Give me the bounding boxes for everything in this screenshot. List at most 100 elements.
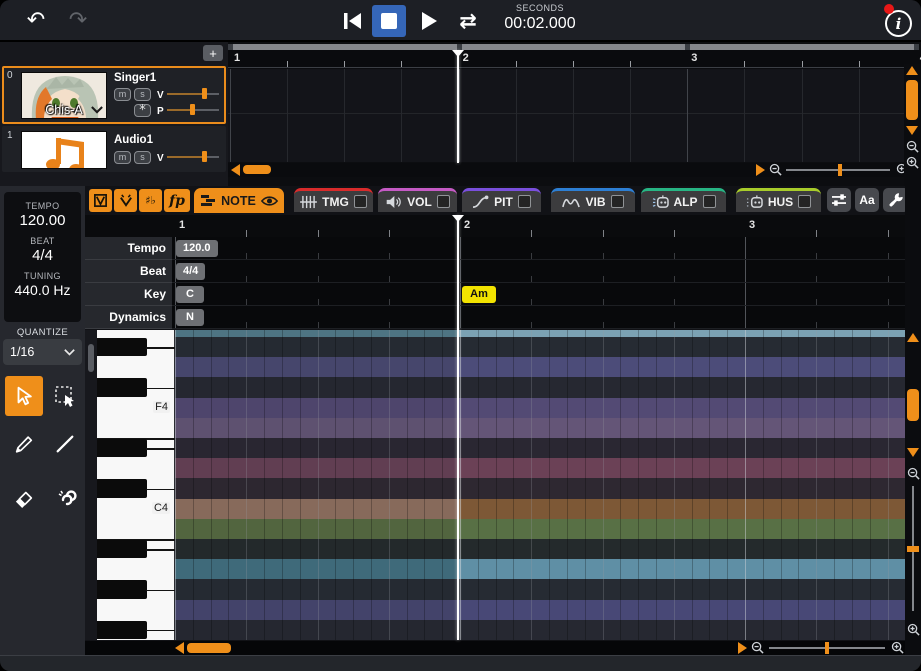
song-info-box[interactable]: TEMPO 120.00 BEAT 4/4 TUNING 440.0 Hz (4, 192, 81, 322)
tab-note[interactable]: NOTE (194, 188, 284, 213)
tab-vol[interactable]: VOL (378, 188, 457, 212)
track-name: Singer1 (114, 72, 156, 84)
zoom-in-icon[interactable] (907, 623, 920, 636)
black-key-G#4[interactable] (97, 338, 147, 356)
voice-chevron-down-icon[interactable] (91, 106, 103, 114)
font-size-button[interactable]: Aa (855, 188, 879, 212)
wrench-icon (888, 192, 904, 208)
tab-vib-checkbox[interactable] (611, 195, 624, 208)
tab-hus[interactable]: HUS (736, 188, 821, 212)
black-key-A#3[interactable] (97, 540, 147, 558)
editor-playhead[interactable] (457, 215, 459, 640)
scroll-right-arrow[interactable] (756, 164, 765, 176)
vscroll-thumb[interactable] (907, 389, 919, 421)
audio-thumbnail[interactable] (21, 131, 107, 169)
vscroll-thumb[interactable] (906, 80, 918, 120)
keyboard-scroll-thumb[interactable] (88, 344, 94, 372)
add-track-button[interactable]: + (203, 45, 223, 61)
hscroll-thumb[interactable] (243, 165, 271, 174)
marquee-select-tool-button[interactable] (46, 376, 84, 416)
info-button[interactable]: i (885, 10, 912, 37)
zoom-out-icon[interactable] (751, 641, 764, 654)
hscroll-thumb[interactable] (187, 643, 231, 653)
skip-to-start-button[interactable] (336, 6, 368, 36)
mixer-button[interactable] (827, 188, 851, 212)
timeline-playhead-marker[interactable] (452, 50, 464, 57)
note-attr-dynamics-button[interactable]: fp (164, 189, 190, 212)
beat-gridline (573, 69, 574, 162)
track-row-audio[interactable]: 1 Audio1 m s V (2, 126, 226, 172)
note-attr-attack-button[interactable] (89, 189, 112, 212)
black-key-F#4[interactable] (97, 378, 147, 396)
vertical-zoom-handle[interactable] (907, 546, 919, 552)
editor-zoom-slider[interactable] (769, 641, 885, 655)
scroll-up-arrow[interactable] (907, 333, 919, 342)
scroll-right-arrow[interactable] (738, 642, 747, 654)
volume-slider[interactable] (167, 87, 219, 100)
play-button[interactable] (412, 6, 444, 36)
zoom-in-icon[interactable] (906, 156, 919, 169)
timeline-playhead[interactable] (457, 50, 459, 163)
stop-button[interactable] (372, 5, 406, 37)
unlink-tool-button[interactable] (46, 478, 84, 518)
tab-tmg[interactable]: TMG (294, 188, 373, 212)
black-key-F#3[interactable] (97, 621, 147, 639)
note-grid[interactable] (175, 330, 905, 640)
volume-slider[interactable] (167, 150, 219, 163)
key-event-badge[interactable]: C (176, 286, 204, 303)
mute-button[interactable]: m (114, 151, 131, 164)
tab-vib[interactable]: VIB (551, 188, 635, 212)
pencil-tool-button[interactable] (5, 424, 43, 464)
zoom-out-icon[interactable] (907, 467, 920, 480)
dynamics-row-lane[interactable]: N (172, 306, 905, 329)
black-key-D#4[interactable] (97, 439, 147, 457)
key-change-badge[interactable]: Am (462, 286, 496, 303)
scroll-left-arrow[interactable] (175, 642, 184, 654)
piano-keyboard[interactable]: F4C4 (97, 330, 175, 640)
track-lanes[interactable] (228, 69, 921, 162)
black-key-G#3[interactable] (97, 580, 147, 598)
tab-vol-checkbox[interactable] (437, 195, 450, 208)
undo-button[interactable]: ↶ (20, 6, 52, 36)
note-attr-accidental-button[interactable]: ♯♭ (139, 189, 162, 212)
sixteenth-gridline (282, 330, 283, 640)
redo-button[interactable]: ↷ (62, 6, 94, 36)
singer-avatar[interactable]: Chis-A (21, 72, 107, 119)
track-row-singer[interactable]: 0 Chis-A (2, 66, 226, 124)
timeline-zoom-slider[interactable] (786, 163, 890, 177)
mute-button[interactable]: m (114, 88, 131, 101)
tab-alp[interactable]: ALP (641, 188, 726, 212)
zoom-in-icon[interactable] (891, 641, 904, 654)
eraser-tool-button[interactable] (5, 478, 43, 518)
solo-button[interactable]: s (134, 151, 151, 164)
tempo-event-badge[interactable]: 120.0 (176, 240, 218, 257)
tab-pit-checkbox[interactable] (518, 195, 531, 208)
line-tool-button[interactable] (46, 424, 84, 464)
pan-slider[interactable] (167, 103, 219, 116)
scroll-down-arrow[interactable] (907, 448, 919, 457)
scroll-up-arrow[interactable] (906, 66, 918, 75)
beat-event-badge[interactable]: 4/4 (176, 263, 205, 280)
black-key-C#4[interactable] (97, 479, 147, 497)
editor-ruler[interactable]: 123 (85, 215, 905, 237)
zoom-out-icon[interactable] (769, 163, 782, 176)
tab-alp-checkbox[interactable] (703, 195, 716, 208)
zoom-out-icon[interactable] (906, 140, 919, 153)
timeline-ruler[interactable]: 1234 (228, 50, 921, 68)
measure-line (175, 283, 176, 305)
tab-tmg-checkbox[interactable] (354, 195, 367, 208)
freeze-button[interactable]: * (134, 104, 151, 117)
solo-button[interactable]: s (134, 88, 151, 101)
scroll-down-arrow[interactable] (906, 126, 918, 135)
editor-playhead-marker[interactable] (452, 215, 464, 222)
quantize-dropdown[interactable]: 1/16 (3, 339, 82, 365)
note-attr-vibrato-button[interactable] (114, 189, 137, 212)
tempo-row-lane[interactable]: 120.0 (172, 237, 905, 260)
beat-row-lane[interactable]: 4/4 (172, 260, 905, 283)
select-tool-button[interactable] (5, 376, 43, 416)
tab-hus-checkbox[interactable] (798, 195, 811, 208)
scroll-left-arrow[interactable] (231, 164, 240, 176)
dynamics-event-badge[interactable]: N (176, 309, 204, 326)
tab-pit[interactable]: PIT (462, 188, 541, 212)
key-row-lane[interactable]: C Am (172, 283, 905, 306)
